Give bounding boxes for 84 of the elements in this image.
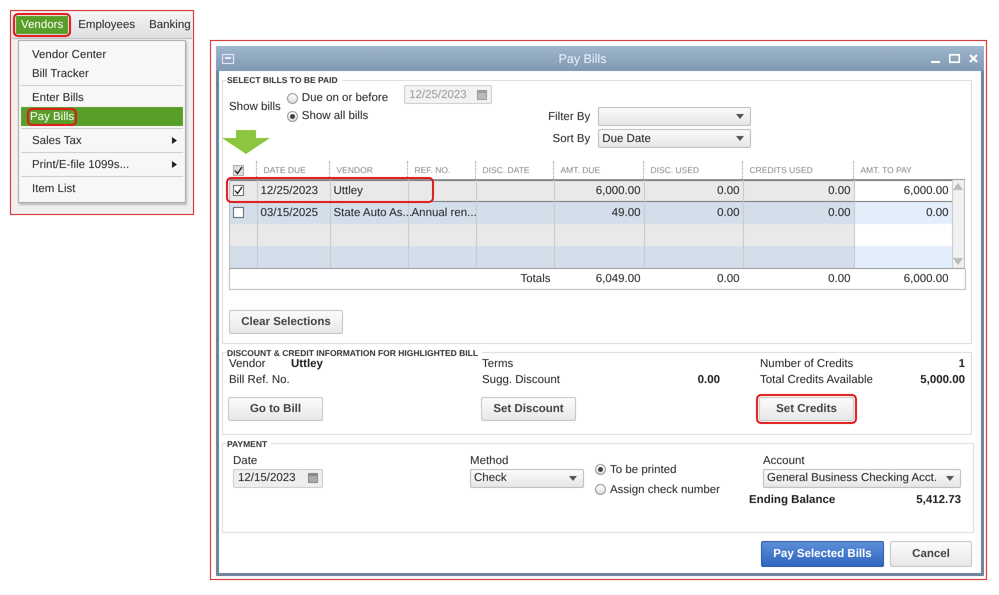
window-menu-icon: [222, 54, 234, 64]
date-field[interactable]: 12/15/2023: [233, 468, 323, 488]
column-header[interactable]: DISC. DATE: [480, 165, 530, 175]
table-cell: 0.00: [854, 202, 952, 224]
field-label: Method: [470, 454, 510, 466]
set-discount-button[interactable]: Set Discount: [481, 396, 576, 420]
field-label: Filter By: [548, 110, 590, 122]
table-cell: 12/25/2023: [257, 180, 330, 202]
field-value: 5,412.73: [916, 494, 961, 506]
dropdown-field[interactable]: Check: [470, 468, 584, 488]
dropdown-field[interactable]: General Business Checking Acct.: [763, 468, 961, 488]
field-label: Vendor: [229, 358, 266, 370]
go-to-bill-button[interactable]: Go to Bill: [228, 396, 323, 420]
dropdown-field[interactable]: Due Date: [598, 129, 752, 148]
annotation-arrow: [222, 130, 270, 154]
menu-item[interactable]: Item List: [21, 179, 183, 198]
section-title: SELECT BILLS TO BE PAID: [227, 75, 339, 85]
scroll-down-icon: [953, 258, 964, 265]
column-header[interactable]: AMT. DUE: [558, 165, 600, 175]
field-label: Sugg. Discount: [482, 374, 561, 386]
checkbox[interactable]: [233, 207, 244, 218]
field-label: Show bills: [229, 101, 281, 113]
menu-item[interactable]: Print/E-file 1099s...: [21, 155, 183, 174]
table-row[interactable]: 12/25/2023 Uttley 6,000.00 0.00 0.00 6,000.00: [230, 180, 952, 202]
scrollbar[interactable]: [952, 180, 964, 268]
radio-option[interactable]: To be printed: [595, 464, 749, 476]
field-label: Account: [763, 454, 806, 466]
table-row[interactable]: 03/15/2025 State Auto As...Annual ren... 49.00 0.00 0.00 0.00: [230, 202, 952, 224]
calendar-icon: [308, 473, 318, 483]
dropdown-caret-icon: [569, 476, 577, 480]
table-cell: 0.00: [644, 180, 743, 202]
column-header[interactable]: CREDITS USED: [746, 165, 813, 175]
dropdown-caret-icon: [736, 136, 744, 141]
menu-bar-item[interactable]: Employees: [74, 16, 140, 34]
table-cell: 0.00: [743, 180, 854, 202]
menu-item[interactable]: Vendor Center: [21, 45, 183, 64]
dropdown-caret-icon: [946, 476, 954, 480]
section-title: PAYMENT: [227, 438, 268, 448]
column-header[interactable]: VENDOR: [334, 165, 373, 175]
table-cell: Uttley: [330, 180, 408, 202]
menu-bar-item[interactable]: Banking: [145, 16, 195, 34]
menu-item[interactable]: Sales Tax: [21, 131, 183, 150]
field-label: Bill Ref. No.: [229, 374, 291, 386]
field-value: 1: [958, 358, 965, 370]
clear-selections-button[interactable]: Clear Selections: [229, 310, 343, 334]
field-label: Date: [233, 454, 258, 466]
field-value: 5,000.00: [920, 374, 965, 386]
column-header[interactable]: REF. NO.: [412, 165, 450, 175]
field-label: Total Credits Available: [760, 374, 874, 386]
dropdown-field[interactable]: [598, 107, 752, 126]
radio-option[interactable]: Assign check number: [595, 484, 749, 496]
table-cell: 49.00: [554, 202, 644, 224]
field-label: Number of Credits: [760, 358, 854, 370]
calendar-icon: [477, 90, 488, 100]
checkbox[interactable]: [233, 185, 244, 196]
radio-option[interactable]: Show all bills: [286, 110, 388, 122]
cancel-button[interactable]: Cancel: [890, 540, 972, 566]
column-header[interactable]: DISC. USED: [648, 165, 700, 175]
scroll-up-icon: [953, 183, 964, 190]
close-icon: [969, 54, 978, 63]
menu-item[interactable]: Bill Tracker: [21, 64, 183, 83]
table-cell: 0.00: [644, 202, 743, 224]
field-value: Uttley: [291, 358, 324, 370]
section-title: DISCOUNT & CREDIT INFORMATION FOR HIGHLIGHTED BILL: [227, 348, 480, 358]
field-label: Terms: [482, 358, 514, 370]
table-cell: 6,000.00: [554, 180, 644, 202]
column-header[interactable]: AMT. TO PAY: [858, 165, 912, 175]
minimize-icon: [931, 61, 940, 63]
radio-option[interactable]: Due on or before: [286, 92, 388, 104]
table-cell: 6,000.00: [854, 180, 952, 202]
table-cell: 03/15/2025: [257, 202, 330, 224]
highlight-frame: Pay Bills: [27, 108, 78, 126]
column-header[interactable]: DATE DUE: [260, 165, 306, 175]
table-cell: 0.00: [743, 202, 854, 224]
field-label: Sort By: [552, 132, 590, 144]
field-value: 0.00: [696, 374, 720, 386]
window-title: Pay Bills: [558, 52, 608, 66]
set-credits-button[interactable]: Set Credits: [759, 396, 854, 420]
dropdown-caret-icon: [736, 114, 744, 119]
menu-item[interactable]: Enter Bills: [21, 88, 183, 107]
checkbox[interactable]: [233, 164, 244, 176]
pay-selected-bills-button[interactable]: Pay Selected Bills: [761, 540, 884, 566]
maximize-icon: [949, 54, 960, 63]
field-label: Ending Balance: [749, 494, 836, 506]
